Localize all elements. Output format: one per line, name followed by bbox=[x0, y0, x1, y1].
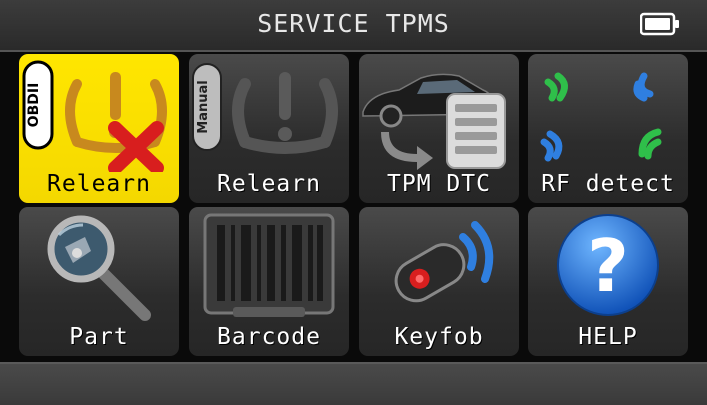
tile-label: HELP bbox=[578, 324, 638, 350]
help-question-icon: ? bbox=[557, 214, 659, 316]
tile-label: Barcode bbox=[217, 324, 321, 350]
tile-part[interactable]: Part bbox=[19, 207, 179, 356]
obdii-badge-text: OBDII bbox=[26, 83, 42, 128]
tile-rf-detect[interactable]: RF detect bbox=[528, 54, 688, 203]
manual-badge-text: Manual bbox=[196, 80, 211, 133]
tile-tpm-dtc[interactable]: TPM DTC bbox=[359, 54, 519, 203]
tile-label: Relearn bbox=[217, 171, 321, 197]
tile-label: RF detect bbox=[541, 171, 675, 197]
tpms-screen: SERVICE TPMS OBDII Relearn Manual Relear… bbox=[0, 0, 707, 405]
title-bar: SERVICE TPMS bbox=[0, 0, 707, 52]
tile-label: Part bbox=[69, 324, 129, 350]
tile-help[interactable]: ? HELP bbox=[528, 207, 688, 356]
tile-manual-relearn[interactable]: Manual Relearn bbox=[189, 54, 349, 203]
car-dtc-list-icon bbox=[362, 73, 506, 170]
keyfob-icon bbox=[394, 221, 494, 303]
tile-barcode[interactable]: Barcode bbox=[189, 207, 349, 356]
tile-obdii-relearn[interactable]: OBDII Relearn bbox=[19, 54, 179, 203]
tile-label: TPM DTC bbox=[387, 171, 491, 197]
tire-obdii-relearn-icon: OBDII bbox=[22, 60, 167, 172]
menu-grid: OBDII Relearn Manual Relearn TPM DTC RF … bbox=[0, 52, 707, 360]
svg-text:?: ? bbox=[587, 224, 629, 308]
tile-label: Relearn bbox=[47, 171, 151, 197]
rf-signal-icon bbox=[540, 72, 662, 162]
page-title: SERVICE TPMS bbox=[257, 9, 450, 38]
tire-manual-relearn-icon: Manual bbox=[192, 63, 338, 154]
tile-keyfob[interactable]: Keyfob bbox=[359, 207, 519, 356]
battery-full-icon bbox=[640, 12, 679, 36]
magnifier-part-icon bbox=[47, 215, 151, 321]
barcode-icon bbox=[203, 213, 335, 317]
tile-label: Keyfob bbox=[394, 324, 484, 350]
status-bar bbox=[0, 362, 707, 405]
